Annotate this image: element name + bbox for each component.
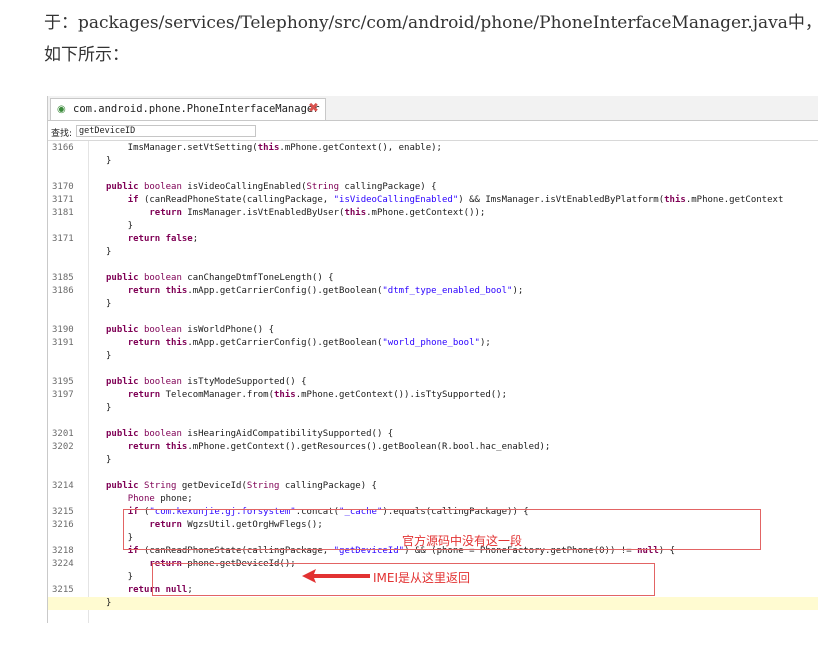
line-number: 3191 [52,338,74,348]
annotation-note-imei: IMEI是从这里返回 [373,571,471,585]
close-icon[interactable]: ✖ [308,102,319,116]
doc-text-line-1: 于：packages/services/Telephony/src/com/an… [44,13,818,33]
code-text: } [106,156,112,166]
code-text: } [106,247,112,257]
code-text: return ImsManager.isVtEnabledByUser(this… [149,208,486,218]
code-text: public String getDeviceId(String calling… [106,481,377,491]
search-input[interactable] [76,125,256,137]
code-line: } [48,350,818,363]
code-area[interactable]: 3166 ImsManager.setVtSetting(this.mPhone… [48,141,818,623]
code-text: } [106,221,134,231]
annotation-arrow [302,569,370,583]
code-text: return false; [127,234,199,244]
line-number: 3185 [52,273,74,283]
page-bottom [0,640,818,669]
search-bar: 查找: [48,124,818,141]
code-line: } [48,597,818,610]
line-number: 3195 [52,377,74,387]
line-number: 3170 [52,182,74,192]
code-text: } [106,455,112,465]
line-number: 3190 [52,325,74,335]
editor-tab-bar: ◉ com.android.phone.PhoneInterfaceManage… [48,96,818,121]
code-text: } [106,572,134,582]
code-text: return this.mApp.getCarrierConfig().getB… [127,286,524,296]
code-text: return TelecomManager.from(this.mPhone.g… [127,390,508,400]
code-text: public boolean isTtyModeSupported() { [106,377,307,387]
code-line: } [48,298,818,311]
code-line: 3190 public boolean isWorldPhone() { [48,324,818,337]
code-text: ImsManager.setVtSetting(this.mPhone.getC… [106,143,442,153]
line-number: 3218 [52,546,74,556]
line-number: 3216 [52,520,74,530]
code-line: 3170 public boolean isVideoCallingEnabled… [48,181,818,194]
line-number: 3215 [52,585,74,595]
code-text: } [106,351,112,361]
class-icon: ◉ [57,104,66,115]
code-line: 3197 return TelecomManager.from(this.mPh… [48,389,818,402]
code-line: 3191 return this.mApp.getCarrierConfig()… [48,337,818,350]
code-text: public boolean isHearingAidCompatibility… [106,429,394,439]
line-number: 3197 [52,390,74,400]
code-text: return this.mApp.getCarrierConfig().getB… [127,338,491,348]
line-number: 3215 [52,507,74,517]
code-line: 3186 return this.mApp.getCarrierConfig()… [48,285,818,298]
line-number: 3201 [52,429,74,439]
code-text: public boolean canChangeDtmfToneLength()… [106,273,334,283]
code-text: Phone phone; [127,494,193,504]
search-label: 查找: [51,129,73,139]
editor-tab-title: com.android.phone.PhoneInterfaceManager [73,103,320,115]
code-text: public boolean isVideoCallingEnabled(Str… [106,182,437,192]
line-number: 3171 [52,234,74,244]
line-number: 3224 [52,559,74,569]
code-line: } [48,220,818,233]
code-line: 3201 public boolean isHearingAidCompatibi… [48,428,818,441]
editor-tab[interactable]: ◉ com.android.phone.PhoneInterfaceManage… [50,98,326,120]
code-line: 3185 public boolean canChangeDtmfToneLeng… [48,272,818,285]
code-line: Phone phone; [48,493,818,506]
code-text: return this.mPhone.getContext().getResou… [127,442,551,452]
code-line: 3195 public boolean isTtyModeSupported() … [48,376,818,389]
code-text: } [106,403,112,413]
code-text: } [106,299,112,309]
code-line: 3214 public String getDeviceId(String cal… [48,480,818,493]
code-text: } [106,598,112,608]
code-line: 3202 return this.mPhone.getContext().get… [48,441,818,454]
line-number: 3181 [52,208,74,218]
doc-text-line-2: 如下所示： [44,45,129,65]
line-number: 3166 [52,143,74,153]
code-text: public boolean isWorldPhone() { [106,325,274,335]
code-line: 3171 if (canReadPhoneState(callingPackag… [48,194,818,207]
line-number: 3186 [52,286,74,296]
line-number: 3202 [52,442,74,452]
code-line: } [48,246,818,259]
code-text: if (canReadPhoneState(callingPackage, "i… [127,195,784,205]
code-line: } [48,155,818,168]
code-line: 3171 return false; [48,233,818,246]
code-line: } [48,402,818,415]
code-line: 3181 return ImsManager.isVtEnabledByUser… [48,207,818,220]
line-number: 3171 [52,195,74,205]
code-line: 3166 ImsManager.setVtSetting(this.mPhone… [48,142,818,155]
annotation-note-unofficial: 官方源码中没有这一段 [402,534,523,548]
code-line: } [48,454,818,467]
line-number: 3214 [52,481,74,491]
